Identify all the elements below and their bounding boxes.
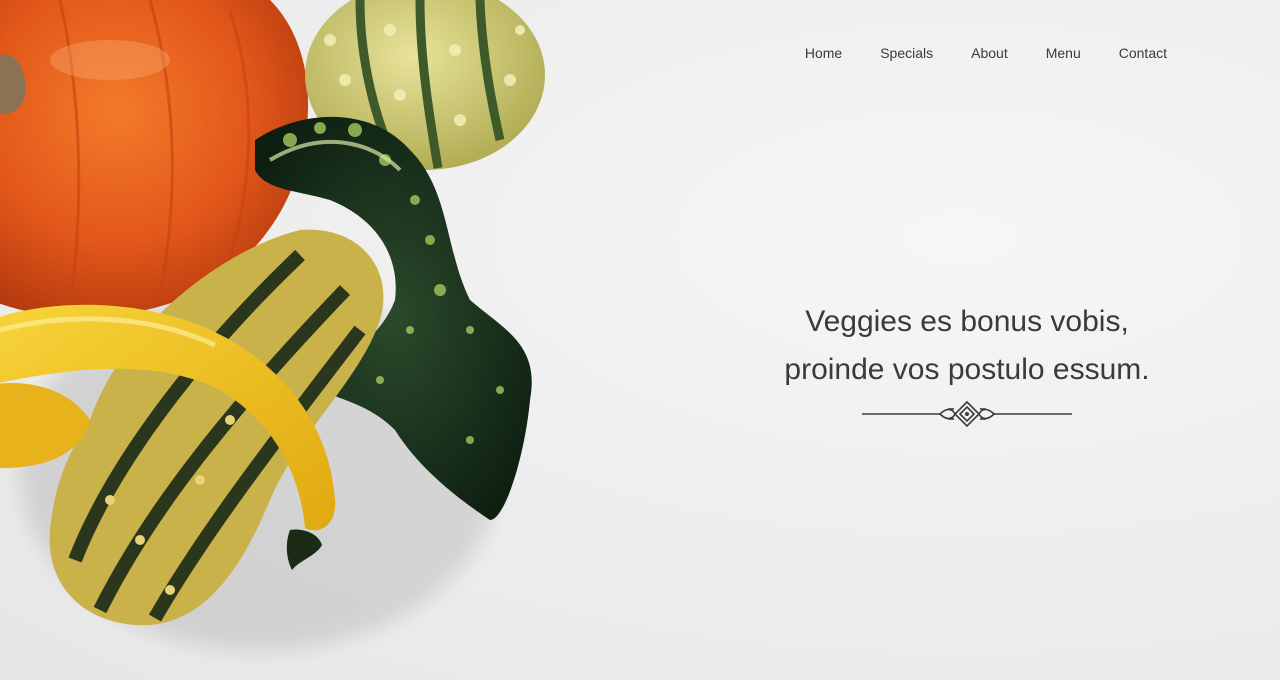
main-navigation: Home Specials About Menu Contact xyxy=(805,44,1167,62)
nav-item-contact[interactable]: Contact xyxy=(1119,44,1167,62)
headline-line-1: Veggies es bonus vobis, xyxy=(805,305,1129,338)
divider-ornament-icon xyxy=(862,400,1072,428)
headline-line-2: proinde vos postulo essum. xyxy=(784,353,1150,386)
hero-headline: Veggies es bonus vobis, proinde vos post… xyxy=(760,298,1174,394)
hero-section: Home Specials About Menu Contact Veggies… xyxy=(0,0,1280,680)
nav-item-about[interactable]: About xyxy=(971,44,1008,62)
nav-item-menu[interactable]: Menu xyxy=(1046,44,1081,62)
nav-item-home[interactable]: Home xyxy=(805,44,842,62)
vegetables-image xyxy=(0,0,545,650)
nav-item-specials[interactable]: Specials xyxy=(880,44,933,62)
